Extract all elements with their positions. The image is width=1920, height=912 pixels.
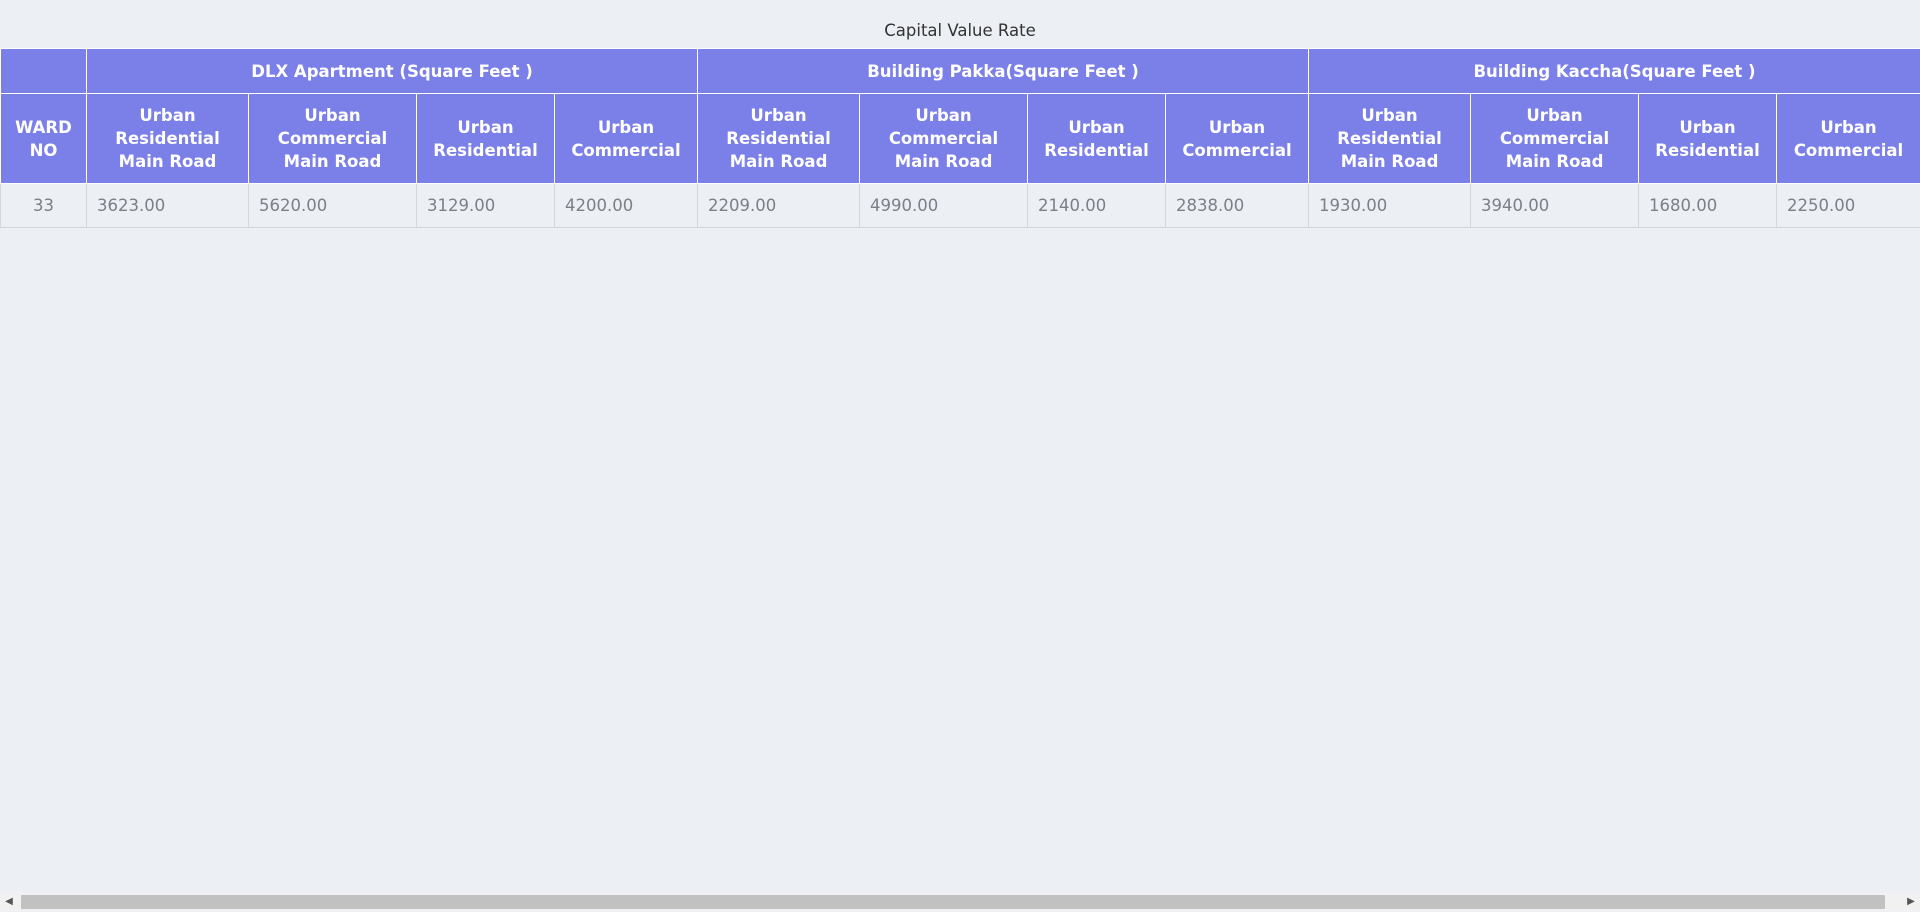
table-cell: 2250.00 [1776, 183, 1920, 228]
table-caption: Capital Value Rate [884, 21, 1036, 40]
sub-header-pakka-urban-commercial: Urban Commercial [1165, 93, 1310, 184]
horizontal-scrollbar[interactable]: ◀ ▶ [0, 892, 1920, 911]
table-cell: 5620.00 [248, 183, 417, 228]
scrollbar-thumb[interactable] [21, 895, 1885, 909]
table-cell: 2140.00 [1027, 183, 1167, 228]
group-header-row: DLX Apartment (Square Feet ) Building Pa… [0, 48, 1920, 94]
group-header-building-kaccha: Building Kaccha(Square Feet ) [1308, 48, 1920, 94]
table-cell: 3940.00 [1470, 183, 1640, 228]
sub-header-pakka-urban-residential: Urban Residential [1027, 93, 1167, 184]
sub-header-kaccha-urban-residential: Urban Residential [1638, 93, 1778, 184]
empty-header-cell [0, 48, 87, 94]
sub-header-pakka-urban-commercial-main-road: Urban Commercial Main Road [859, 93, 1029, 184]
table-cell: 4200.00 [553, 183, 699, 228]
capital-value-table-wrapper: DLX Apartment (Square Feet ) Building Pa… [0, 48, 1920, 228]
sub-header-row: WARD NO Urban Residential Main Road Urba… [0, 93, 1920, 184]
table-row: 33 3623.00 5620.00 3129.00 4200.00 2209.… [0, 183, 1920, 228]
triangle-left-icon[interactable]: ◀ [0, 892, 18, 911]
sub-header-dlx-urban-commercial-main-road: Urban Commercial Main Road [248, 93, 417, 184]
table-cell: 1930.00 [1308, 183, 1472, 228]
sub-header-kaccha-urban-commercial-main-road: Urban Commercial Main Road [1470, 93, 1640, 184]
table-cell: 3623.00 [86, 183, 249, 228]
sub-header-dlx-urban-residential: Urban Residential [416, 93, 555, 184]
table-cell: 1680.00 [1638, 183, 1778, 228]
ward-no-header: WARD NO [0, 93, 87, 184]
sub-header-dlx-urban-residential-main-road: Urban Residential Main Road [86, 93, 249, 184]
table-cell: 4990.00 [859, 183, 1029, 228]
group-header-building-pakka: Building Pakka(Square Feet ) [697, 48, 1310, 94]
capital-value-table: DLX Apartment (Square Feet ) Building Pa… [0, 48, 1920, 228]
table-cell: 2838.00 [1165, 183, 1310, 228]
sub-header-dlx-urban-commercial: Urban Commercial [553, 93, 699, 184]
sub-header-kaccha-urban-residential-main-road: Urban Residential Main Road [1308, 93, 1472, 184]
triangle-right-icon[interactable]: ▶ [1902, 892, 1920, 911]
table-cell: 2209.00 [697, 183, 861, 228]
group-header-dlx-apartment: DLX Apartment (Square Feet ) [85, 48, 699, 94]
table-cell: 3129.00 [416, 183, 555, 228]
sub-header-pakka-urban-residential-main-road: Urban Residential Main Road [697, 93, 861, 184]
sub-header-kaccha-urban-commercial: Urban Commercial [1776, 93, 1920, 184]
ward-no-cell: 33 [0, 183, 87, 228]
